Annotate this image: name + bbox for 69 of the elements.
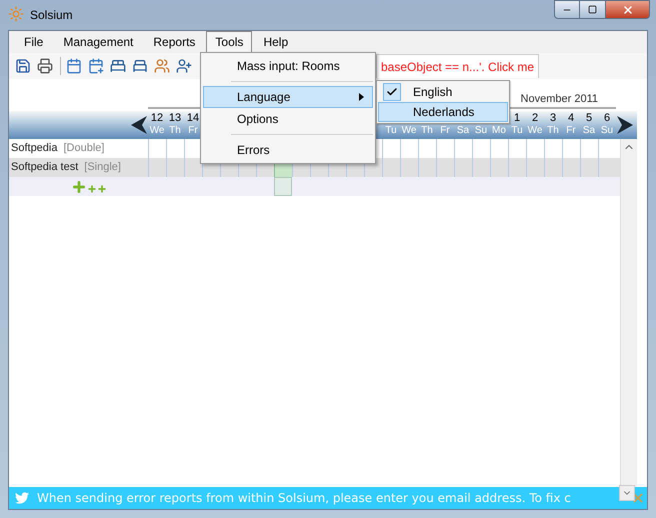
menu-item[interactable]: Help — [254, 31, 298, 53]
month-label: November 2011 — [520, 92, 598, 107]
weekday-label: Su — [600, 125, 614, 137]
weekday-label: Fr — [188, 125, 198, 137]
day-number: 12 — [150, 112, 164, 125]
menu-item[interactable]: Tools — [206, 31, 252, 53]
day-number: 1 — [514, 112, 520, 125]
minimize-button[interactable] — [554, 0, 580, 19]
weekday-label: Th — [421, 125, 433, 137]
weekday-label: We — [402, 125, 416, 137]
banner-text: When sending error reports from within Solsium, please enter you email address. To fix c — [37, 490, 571, 507]
menu-option[interactable]: Errors — [203, 139, 373, 161]
printer-icon — [37, 58, 53, 74]
room-name: Softpedia — [11, 141, 58, 156]
menu-option[interactable]: Options — [203, 108, 373, 130]
weekday-label: Tu — [385, 125, 397, 137]
menu-item[interactable]: Management — [54, 31, 142, 53]
app-logo-icon — [8, 6, 24, 22]
close-icon[interactable] — [631, 491, 645, 505]
weekday-label: We — [528, 125, 542, 137]
day-number: 14 — [186, 112, 200, 125]
day-number: 6 — [604, 112, 610, 125]
scrollbar[interactable] — [620, 139, 637, 487]
room-row[interactable]: Softpedia test [Single] — [9, 158, 620, 177]
weekday-label: Su — [474, 125, 488, 137]
room-name: Softpedia test — [11, 160, 78, 176]
checkable-menu-item[interactable]: Nederlands — [378, 102, 508, 122]
day-number: 4 — [568, 112, 574, 125]
menu-item[interactable]: Reports — [144, 31, 204, 53]
calendar-icon — [66, 58, 82, 74]
printer-button[interactable] — [35, 56, 55, 76]
previous-arrow-icon[interactable] — [131, 116, 147, 134]
weekday-label: Th — [547, 125, 559, 137]
window-title: Solsium — [30, 7, 73, 24]
weekday-label: Th — [169, 125, 181, 137]
next-arrow-icon[interactable] — [617, 116, 633, 134]
bed-add-icon — [132, 58, 148, 74]
weekday-label: Sa — [582, 125, 596, 137]
day-number: 13 — [168, 112, 182, 125]
room-type: [Single] — [84, 160, 121, 176]
room-type: [Double] — [63, 141, 104, 156]
maximize-button[interactable] — [580, 0, 606, 19]
weekday-label: Sa — [456, 125, 470, 137]
day-number: 5 — [586, 112, 592, 125]
person-add-icon — [176, 58, 192, 74]
day-cell[interactable] — [274, 177, 292, 196]
day-number: 3 — [550, 112, 556, 125]
add-room-icon[interactable] — [71, 178, 87, 194]
calendar-add-icon — [88, 58, 104, 74]
maximize-icon — [588, 5, 597, 14]
close-button[interactable] — [606, 0, 650, 19]
weekday-label: Fr — [566, 125, 576, 137]
add-rooms-icon[interactable] — [87, 184, 107, 194]
check-icon — [386, 86, 398, 98]
save-icon — [15, 58, 31, 74]
bird-icon — [15, 491, 29, 505]
close-icon — [622, 4, 634, 16]
people-icon — [154, 58, 170, 74]
weekday-label: Fr — [440, 125, 450, 137]
day-number: 2 — [532, 112, 538, 125]
weekday-label: Mo — [492, 125, 506, 137]
weekday-label: Tu — [511, 125, 523, 137]
weekday-label: We — [150, 125, 164, 137]
checkable-menu-item[interactable]: English — [378, 82, 508, 102]
submenu-arrow-icon — [359, 93, 364, 101]
menu-option[interactable]: Language — [203, 86, 373, 108]
menu-item[interactable]: File — [15, 31, 52, 53]
bed-icon — [110, 58, 126, 74]
menu-option[interactable]: Mass input: Rooms — [203, 55, 373, 77]
